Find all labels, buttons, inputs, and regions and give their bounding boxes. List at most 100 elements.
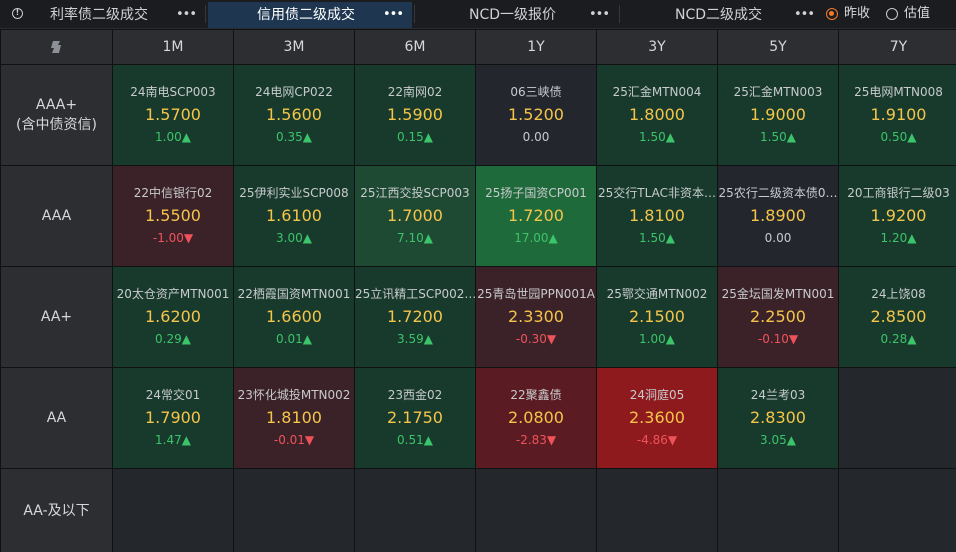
more-icon[interactable]: ••• <box>794 2 815 28</box>
rating-row-label: AA-及以下 <box>1 469 112 552</box>
bond-name: 20太仓资产MTN001 <box>116 287 230 301</box>
tab-label: 信用债二级成交 <box>257 7 355 23</box>
tab-divider <box>414 5 415 23</box>
bond-name: 25汇金MTN004 <box>612 85 702 99</box>
tenor-header: 3M <box>234 30 354 64</box>
bond-cell[interactable]: 25汇金MTN004 1.8000 1.50▲ <box>597 65 717 165</box>
tab-credit-bond[interactable]: 信用债二级成交 ••• <box>208 2 412 28</box>
bond-change: 1.50▲ <box>639 231 675 245</box>
bond-change: 0.00 <box>764 231 792 245</box>
rating-row-label: AAA+ (含中债资信) <box>1 65 112 165</box>
tenor-header: 6M <box>355 30 475 64</box>
radio-prev-close[interactable]: 昨收 <box>826 6 878 22</box>
tab-ncd-primary[interactable]: NCD一级报价 ••• <box>416 2 616 28</box>
bond-yield: 1.9200 <box>870 206 927 225</box>
bond-change: -0.10▼ <box>757 332 799 346</box>
bond-change: 1.47▲ <box>155 433 191 447</box>
bond-yield: 1.6600 <box>266 307 322 326</box>
bond-cell[interactable]: 25农行二级资本债0… 1.8900 0.00 <box>718 166 838 266</box>
rating-label: AA <box>46 410 67 426</box>
tab-label: NCD一级报价 <box>469 7 557 23</box>
bond-yield: 1.7200 <box>387 307 443 326</box>
bond-name: 22聚鑫债 <box>510 388 562 402</box>
bond-yield: 1.8900 <box>750 206 806 225</box>
empty-cell <box>839 469 956 552</box>
bond-cell[interactable]: 23怀化城投MTN002 1.8100 -0.01▼ <box>234 368 354 468</box>
empty-cell <box>476 469 596 552</box>
bond-change: 1.50▲ <box>639 130 675 144</box>
empty-cell <box>597 469 717 552</box>
info-icon[interactable]: ! <box>12 8 23 19</box>
bond-cell[interactable]: 24洞庭05 2.3600 -4.86▼ <box>597 368 717 468</box>
bond-cell[interactable]: 25鄂交通MTN002 2.1500 1.00▲ <box>597 267 717 367</box>
bond-cell[interactable]: 25青岛世园PPN001A 2.3300 -0.30▼ <box>476 267 596 367</box>
bond-cell[interactable]: 25交行TLAC非资本… 1.8100 1.50▲ <box>597 166 717 266</box>
bond-cell[interactable]: 24电网CP022 1.5600 0.35▲ <box>234 65 354 165</box>
bond-cell[interactable]: 25伊利实业SCP008 1.6100 3.00▲ <box>234 166 354 266</box>
bond-yield: 1.5500 <box>145 206 201 225</box>
more-icon[interactable]: ••• <box>176 2 197 28</box>
bond-cell[interactable]: 20太仓资产MTN001 1.6200 0.29▲ <box>113 267 233 367</box>
bond-cell[interactable]: 22中信银行02 1.5500 -1.00▼ <box>113 166 233 266</box>
bond-change: 7.10▲ <box>397 231 433 245</box>
bond-change: 1.50▲ <box>760 130 796 144</box>
bond-yield: 1.6100 <box>266 206 322 225</box>
bond-cell[interactable]: 22栖霞国资MTN001 1.6600 0.01▲ <box>234 267 354 367</box>
bond-cell[interactable]: 25立讯精工SCP002… 1.7200 3.59▲ <box>355 267 475 367</box>
bond-name: 25扬子国资CP001 <box>485 186 587 200</box>
top-tab-bar: ! 利率债二级成交 ••• 信用债二级成交 ••• NCD一级报价 ••• NC… <box>0 0 956 29</box>
bond-yield: 1.5200 <box>508 105 564 124</box>
bond-cell[interactable]: 25电网MTN008 1.9100 0.50▲ <box>839 65 956 165</box>
tab-divider <box>205 5 206 23</box>
bond-yield: 1.8000 <box>629 105 685 124</box>
bond-cell[interactable]: 22南网02 1.5900 0.15▲ <box>355 65 475 165</box>
bond-cell[interactable]: 24常交01 1.7900 1.47▲ <box>113 368 233 468</box>
bond-change: 0.00 <box>522 130 550 144</box>
bond-cell[interactable]: 25金坛国发MTN001 2.2500 -0.10▼ <box>718 267 838 367</box>
bond-cell[interactable]: 23西金02 2.1750 0.51▲ <box>355 368 475 468</box>
corner-cell <box>1 30 112 64</box>
bond-cell[interactable]: 24兰考03 2.8300 3.05▲ <box>718 368 838 468</box>
bond-name: 22栖霞国资MTN001 <box>237 287 351 301</box>
bond-name: 25汇金MTN003 <box>733 85 823 99</box>
bond-yield: 2.2500 <box>750 307 806 326</box>
bond-name: 25农行二级资本债0… <box>718 186 838 200</box>
bond-change: 0.35▲ <box>276 130 312 144</box>
bond-change: 3.05▲ <box>760 433 796 447</box>
credit-matrix-grid: 1M 3M 6M 1Y 3Y 5Y 7Y AAA+ (含中债资信) 24南电SCP003 1.570… <box>0 29 956 552</box>
bond-name: 25鄂交通MTN002 <box>606 287 708 301</box>
bond-name: 23西金02 <box>387 388 443 402</box>
tenor-header: 1M <box>113 30 233 64</box>
rating-sublabel: (含中债资信) <box>16 117 97 133</box>
bond-cell[interactable]: 25扬子国资CP001 1.7200 17.00▲ <box>476 166 596 266</box>
bond-cell[interactable]: 25汇金MTN003 1.9000 1.50▲ <box>718 65 838 165</box>
bond-change: -0.30▼ <box>515 332 557 346</box>
bond-name: 22中信银行02 <box>133 186 213 200</box>
bond-cell[interactable]: 06三峡债 1.5200 0.00 <box>476 65 596 165</box>
empty-cell <box>355 469 475 552</box>
bond-yield: 1.5700 <box>145 105 201 124</box>
bond-change: 1.00▲ <box>155 130 191 144</box>
tab-ncd-secondary[interactable]: NCD二级成交 ••• <box>622 2 818 28</box>
bond-name: 25电网MTN008 <box>854 85 943 99</box>
radio-unchecked-icon <box>886 8 898 20</box>
tab-rate-bond[interactable]: 利率债二级成交 ••• <box>34 2 204 28</box>
bond-yield: 1.7900 <box>145 408 201 427</box>
bond-cell[interactable]: 25江西交投SCP003 1.7000 7.10▲ <box>355 166 475 266</box>
tenor-header: 3Y <box>597 30 717 64</box>
bond-change: -1.00▼ <box>152 231 194 245</box>
bond-change: -4.86▼ <box>636 433 678 447</box>
tab-divider <box>619 5 620 23</box>
tenor-header: 1Y <box>476 30 596 64</box>
bond-yield: 1.8100 <box>266 408 322 427</box>
radio-valuation[interactable]: 估值 <box>886 6 938 22</box>
bond-yield: 2.0800 <box>508 408 564 427</box>
bond-cell[interactable]: 24上饶08 2.8500 0.28▲ <box>839 267 956 367</box>
more-icon[interactable]: ••• <box>383 2 404 28</box>
bond-cell[interactable]: 22聚鑫债 2.0800 -2.83▼ <box>476 368 596 468</box>
bond-cell[interactable]: 24南电SCP003 1.5700 1.00▲ <box>113 65 233 165</box>
tenor-header: 5Y <box>718 30 838 64</box>
bond-cell[interactable]: 20工商银行二级03 1.9200 1.20▲ <box>839 166 956 266</box>
bond-change: 3.00▲ <box>276 231 312 245</box>
more-icon[interactable]: ••• <box>589 2 610 28</box>
